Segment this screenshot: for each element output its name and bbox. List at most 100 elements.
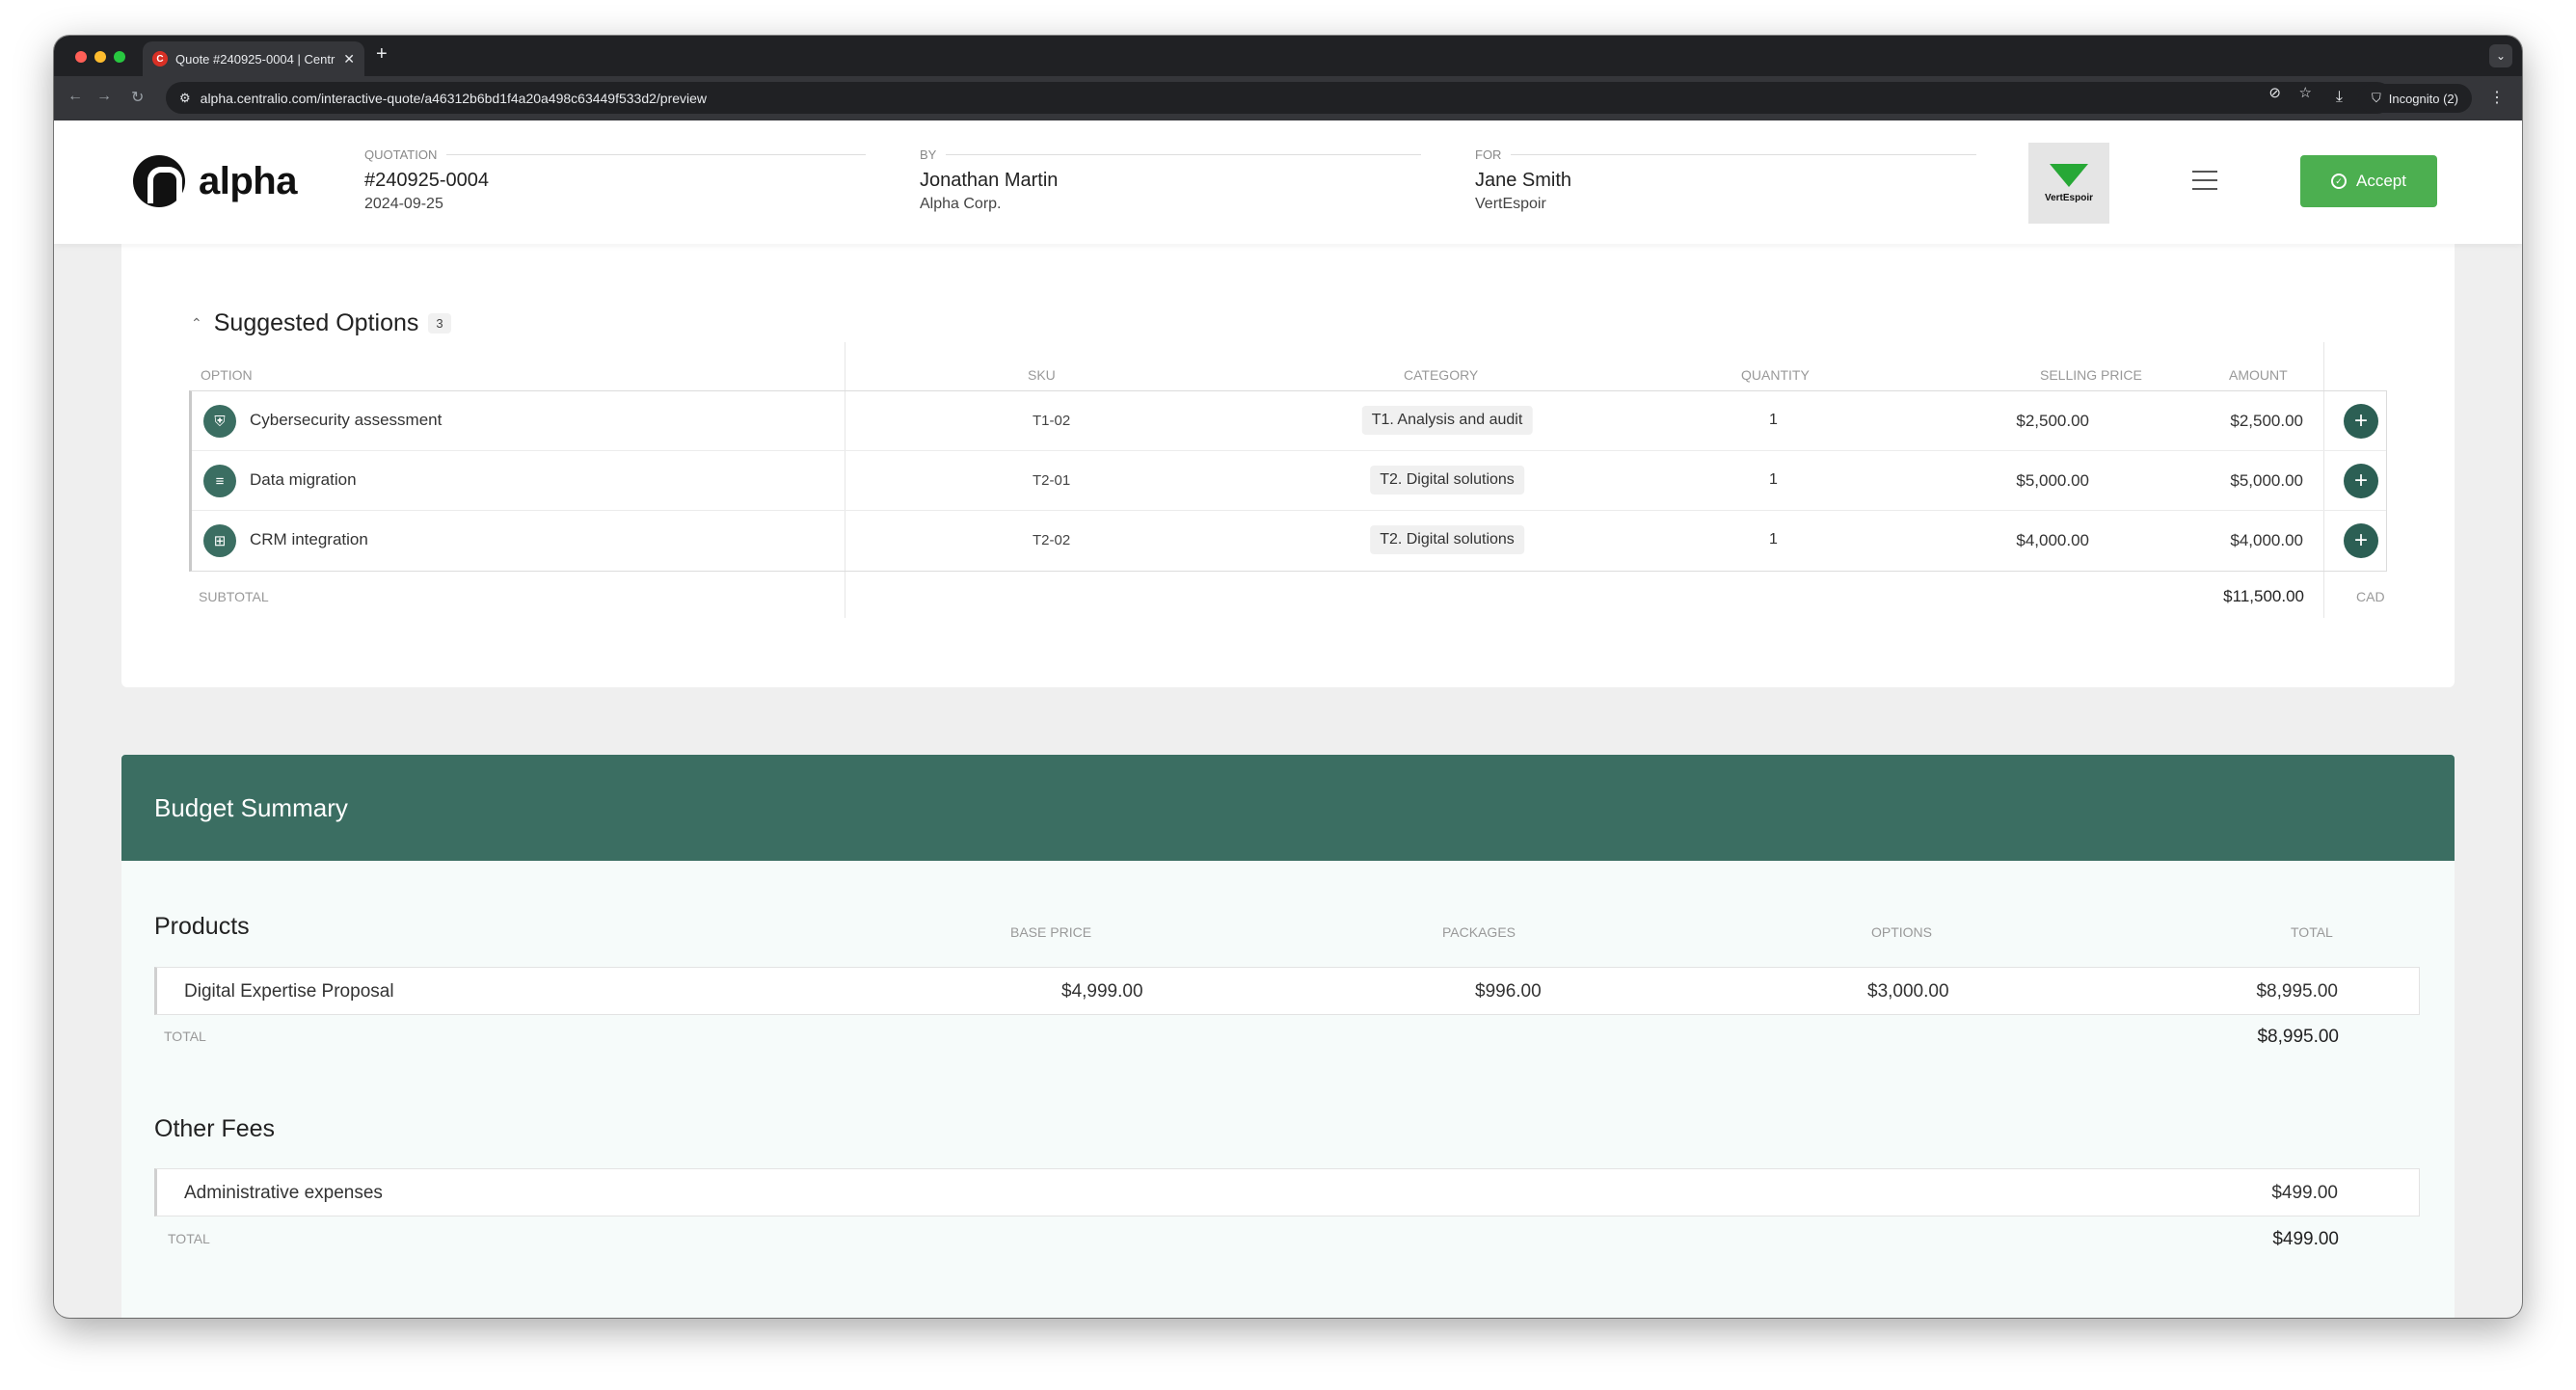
- browser-tab[interactable]: C Quote #240925-0004 | Centr ✕: [143, 41, 364, 76]
- client-logo-text: VertEspoir: [2044, 192, 2094, 203]
- col-packages: PACKAGES: [1442, 924, 1516, 940]
- subtotal-currency: CAD: [2356, 589, 2385, 604]
- browser-window: C Quote #240925-0004 | Centr ✕ + ⌄ ← → ↻…: [54, 36, 2522, 1318]
- reload-icon[interactable]: ↻: [131, 88, 144, 107]
- logo-mark-icon: [133, 155, 185, 207]
- quotation-info: QUOTATION #240925-0004 2024-09-25: [364, 147, 866, 213]
- for-name: Jane Smith: [1475, 170, 1572, 191]
- fee-name: Administrative expenses: [184, 1183, 383, 1203]
- option-price: $2,500.00: [2016, 412, 2089, 430]
- menu-icon[interactable]: [2192, 171, 2217, 197]
- option-name: Data migration: [250, 470, 357, 489]
- option-price: $5,000.00: [2016, 471, 2089, 490]
- products-title: Products: [154, 913, 250, 940]
- col-total: TOTAL: [2291, 924, 2333, 940]
- other-fees-total-value: $499.00: [2272, 1229, 2339, 1249]
- by-name: Jonathan Martin: [920, 170, 1059, 191]
- option-category: T1. Analysis and audit: [1361, 406, 1533, 435]
- quotation-number: #240925-0004: [364, 170, 490, 191]
- option-amount: $2,500.00: [2230, 412, 2303, 430]
- subtotal-label: SUBTOTAL: [199, 589, 269, 604]
- suggested-options-card: ⌃ Suggested Options 3 OPTION SKU CATEGOR…: [121, 234, 2455, 687]
- by-company: Alpha Corp.: [920, 196, 1002, 212]
- accept-label: Accept: [2356, 172, 2406, 190]
- incognito-badge[interactable]: ⛉ Incognito (2): [2357, 84, 2472, 113]
- brand-logo[interactable]: alpha: [133, 155, 297, 207]
- tab-bar: C Quote #240925-0004 | Centr ✕ + ⌄: [54, 36, 2522, 76]
- add-option-button[interactable]: +: [2344, 464, 2378, 498]
- option-name: CRM integration: [250, 530, 368, 548]
- product-base-price: $4,999.00: [1061, 981, 1143, 1002]
- option-quantity: 1: [1769, 531, 1778, 548]
- products-total-value: $8,995.00: [2257, 1027, 2339, 1047]
- by-label: BY: [920, 147, 937, 162]
- options-count-badge: 3: [428, 313, 451, 334]
- incognito-label: Incognito (2): [2388, 91, 2458, 106]
- eye-off-icon[interactable]: ⊘: [2268, 84, 2281, 101]
- for-company: VertEspoir: [1475, 196, 1546, 212]
- maximize-window-button[interactable]: [114, 51, 125, 63]
- add-option-button[interactable]: +: [2344, 523, 2378, 558]
- quotation-label: QUOTATION: [364, 147, 438, 162]
- forward-icon[interactable]: →: [96, 88, 112, 105]
- for-label: FOR: [1475, 147, 1502, 162]
- shield-icon: ⛨: [203, 405, 236, 438]
- option-amount: $4,000.00: [2230, 531, 2303, 549]
- network-icon: ⊞: [203, 524, 236, 557]
- col-options: OPTIONS: [1871, 924, 1933, 940]
- database-icon: ≡: [203, 465, 236, 497]
- quote-header: alpha QUOTATION #240925-0004 2024-09-25 …: [54, 120, 2522, 244]
- quotation-date: 2024-09-25: [364, 196, 443, 212]
- option-sku: T1-02: [1033, 413, 1071, 429]
- subtotal-value: $11,500.00: [2223, 587, 2304, 605]
- browser-menu-icon[interactable]: ⋮: [2489, 88, 2505, 107]
- address-bar[interactable]: ⚙ alpha.centralio.com/interactive-quote/…: [166, 82, 2393, 114]
- brand-name: alpha: [199, 159, 297, 202]
- product-options: $3,000.00: [1867, 981, 1949, 1002]
- budget-summary-title: Budget Summary: [154, 793, 348, 822]
- new-tab-icon[interactable]: +: [376, 43, 388, 66]
- col-option: OPTION: [201, 367, 253, 383]
- option-quantity: 1: [1769, 471, 1778, 488]
- minimize-window-button[interactable]: [94, 51, 106, 63]
- navigation-bar: ← → ↻ ⚙ alpha.centralio.com/interactive-…: [54, 76, 2522, 120]
- url-text: alpha.centralio.com/interactive-quote/a4…: [200, 90, 708, 106]
- back-icon[interactable]: ←: [67, 88, 83, 105]
- option-sku: T2-01: [1033, 472, 1071, 489]
- tab-search-icon[interactable]: ⌄: [2489, 44, 2512, 67]
- col-category: CATEGORY: [1404, 367, 1479, 383]
- option-amount: $5,000.00: [2230, 471, 2303, 490]
- close-tab-icon[interactable]: ✕: [343, 51, 355, 67]
- table-row: Administrative expenses $499.00: [154, 1168, 2420, 1216]
- fee-total: $499.00: [2271, 1183, 2338, 1203]
- incognito-icon: ⛉: [2371, 91, 2381, 105]
- col-base-price: BASE PRICE: [1010, 924, 1092, 940]
- by-info: BY Jonathan Martin Alpha Corp.: [920, 147, 1421, 213]
- option-sku: T2-02: [1033, 532, 1071, 548]
- product-name: Digital Expertise Proposal: [184, 981, 394, 1002]
- site-info-icon[interactable]: ⚙: [179, 91, 191, 106]
- for-info: FOR Jane Smith VertEspoir: [1475, 147, 1976, 213]
- product-total: $8,995.00: [2256, 981, 2338, 1002]
- close-window-button[interactable]: [75, 51, 87, 63]
- option-category: T2. Digital solutions: [1370, 466, 1524, 495]
- budget-summary-header: Budget Summary: [121, 755, 2455, 861]
- chevron-up-icon[interactable]: ⌃: [191, 315, 202, 332]
- product-packages: $996.00: [1475, 981, 1542, 1002]
- download-icon[interactable]: ⤓: [2336, 89, 2343, 106]
- table-row: ⛨ Cybersecurity assessment T1-02 T1. Ana…: [192, 391, 2386, 451]
- check-circle-icon: ✓: [2331, 174, 2347, 189]
- col-quantity: QUANTITY: [1741, 367, 1810, 383]
- accept-button[interactable]: ✓ Accept: [2300, 155, 2437, 207]
- bookmark-star-icon[interactable]: ☆: [2299, 84, 2312, 101]
- suggested-options-header[interactable]: ⌃ Suggested Options 3: [191, 309, 451, 337]
- table-row: ⊞ CRM integration T2-02 T2. Digital solu…: [192, 511, 2386, 571]
- other-fees-title: Other Fees: [154, 1115, 276, 1142]
- page-content: ⌃ Suggested Options 3 OPTION SKU CATEGOR…: [54, 234, 2522, 1318]
- table-row: ≡ Data migration T2-01 T2. Digital solut…: [192, 451, 2386, 511]
- col-amount: AMOUNT: [2229, 367, 2288, 383]
- col-sku: SKU: [1028, 367, 1056, 383]
- options-rows: ⛨ Cybersecurity assessment T1-02 T1. Ana…: [189, 390, 2387, 572]
- add-option-button[interactable]: +: [2344, 404, 2378, 439]
- other-fees-total-label: TOTAL: [168, 1231, 210, 1246]
